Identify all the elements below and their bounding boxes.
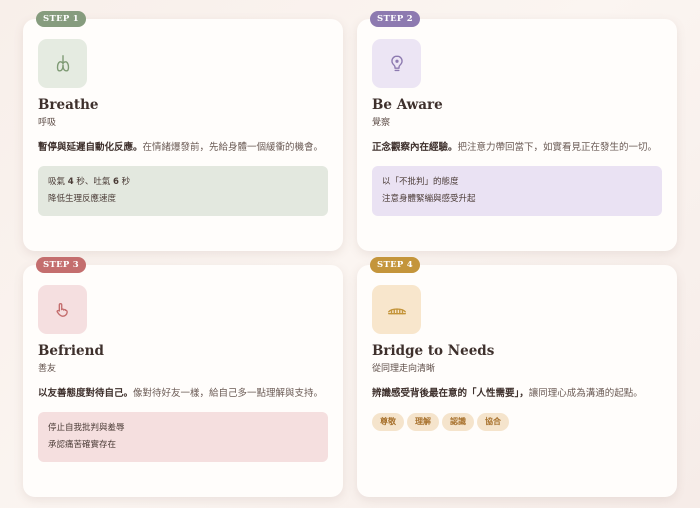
step-card-breathe: STEP 1 Breathe 呼吸 暫停與延遲自動化反應。在情緒爆發前，先給身體… [23, 11, 343, 251]
note-line: 停止自我批判與羞辱 [48, 423, 125, 433]
description-text: 像對待好友一樣，給自己多一點理解與支持。 [133, 388, 324, 399]
step-card-be-aware: STEP 2 Be Aware 覺察 正念觀察內在經驗。把注意力帶回當下，如實看… [357, 11, 677, 251]
card-subtitle: 從同理走向清晰 [372, 364, 436, 374]
description-text: 在情緒爆發前，先給身體一個緩衝的機會。 [142, 142, 324, 153]
card-note: 吸氣 4 秒、吐氣 6 秒 降低生理反應速度 [38, 166, 328, 216]
bridge-icon [387, 307, 406, 314]
card-title: Bridge to Needs [372, 343, 495, 359]
description-emphasis: 辨識感受背後最在意的「人性需要」， [372, 388, 529, 399]
icon-container [372, 39, 421, 88]
note-text: 吸氣 [48, 177, 68, 187]
card-title: Befriend [38, 343, 104, 359]
note-text: 秒 [118, 177, 131, 187]
step-badge: STEP 2 [370, 11, 421, 27]
description-emphasis: 以友善態度對待自己。 [38, 388, 134, 399]
description-text: 讓同理心成為溝通的起點。 [528, 388, 643, 399]
hand-heart-icon [56, 302, 68, 317]
step-card-befriend: STEP 3 Befriend 善友 以友善態度對待自己。像對待好友一樣，給自己… [23, 257, 343, 497]
step-card-bridge-to-needs: STEP 4 Bridge to Needs 從同理走向清晰 辨識感受背後最在意… [357, 257, 677, 497]
card-note: 以「不批判」的態度 注意身體緊繃與感受升起 [372, 166, 662, 216]
step-badge: STEP 1 [36, 11, 87, 27]
card-subtitle: 覺察 [372, 118, 391, 128]
note-line: 以「不批判」的態度 [382, 177, 459, 187]
step-badge: STEP 3 [36, 257, 87, 273]
card-description: 正念觀察內在經驗。把注意力帶回當下，如實看見正在發生的一切。 [372, 139, 662, 157]
note-line: 承認痛苦確實存在 [48, 440, 117, 450]
description-text: 把注意力帶回當下，如實看見正在發生的一切。 [457, 142, 658, 153]
card-subtitle: 善友 [38, 364, 57, 374]
card-description: 暫停與延遲自動化反應。在情緒爆發前，先給身體一個緩衝的機會。 [38, 139, 328, 157]
needs-tag-list: 尊敬 理解 認識 協合 [372, 413, 662, 431]
need-tag: 認識 [442, 413, 474, 431]
icon-container [38, 39, 87, 88]
icon-container [38, 285, 87, 334]
note-text: 秒、吐氣 [73, 177, 114, 187]
description-emphasis: 正念觀察內在經驗。 [372, 142, 458, 153]
card-description: 以友善態度對待自己。像對待好友一樣，給自己多一點理解與支持。 [38, 385, 328, 403]
card-description: 辨識感受背後最在意的「人性需要」，讓同理心成為溝通的起點。 [372, 385, 662, 403]
note-line: 注意身體緊繃與感受升起 [382, 194, 476, 204]
need-tag: 理解 [407, 413, 439, 431]
lungs-icon [56, 54, 69, 72]
card-subtitle: 呼吸 [38, 118, 57, 128]
card-note: 停止自我批判與羞辱 承認痛苦確實存在 [38, 412, 328, 462]
note-line: 降低生理反應速度 [48, 194, 117, 204]
need-tag: 協合 [477, 413, 509, 431]
description-emphasis: 暫停與延遲自動化反應。 [38, 142, 143, 153]
card-title: Be Aware [372, 97, 443, 113]
note-line: 吸氣 4 秒、吐氣 6 秒 [48, 174, 318, 191]
card-title: Breathe [38, 97, 99, 113]
need-tag: 尊敬 [372, 413, 404, 431]
lightbulb-icon [390, 55, 403, 71]
icon-container [372, 285, 421, 334]
step-badge: STEP 4 [370, 257, 421, 273]
